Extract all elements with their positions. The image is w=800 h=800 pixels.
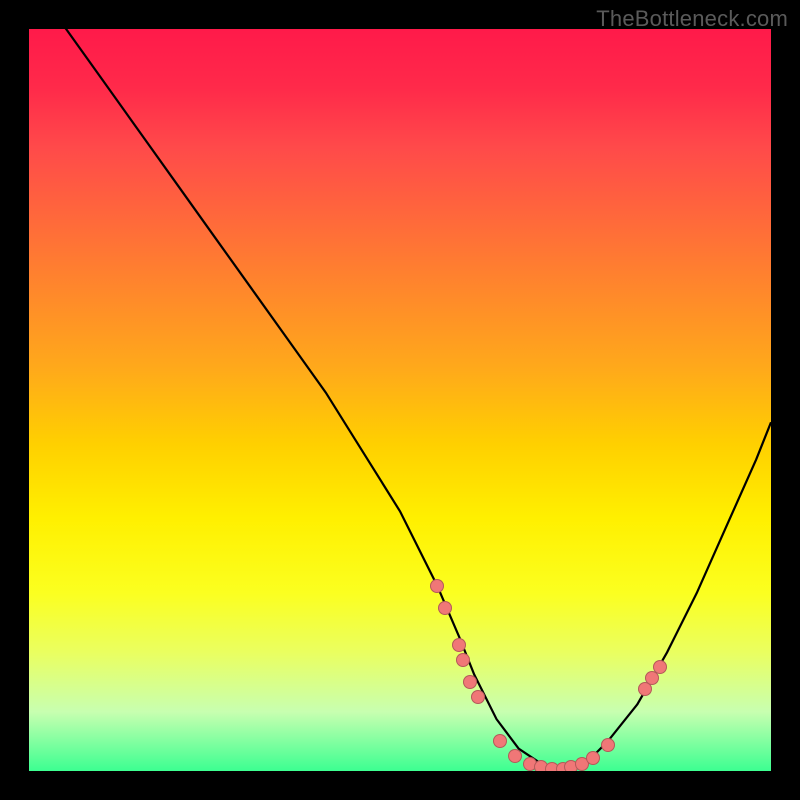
data-point bbox=[456, 653, 470, 667]
data-point bbox=[430, 579, 444, 593]
data-point bbox=[601, 738, 615, 752]
data-point bbox=[653, 660, 667, 674]
data-point bbox=[471, 690, 485, 704]
chart-frame: TheBottleneck.com bbox=[0, 0, 800, 800]
data-point bbox=[586, 751, 600, 765]
plot-area bbox=[29, 29, 771, 771]
data-point bbox=[438, 601, 452, 615]
